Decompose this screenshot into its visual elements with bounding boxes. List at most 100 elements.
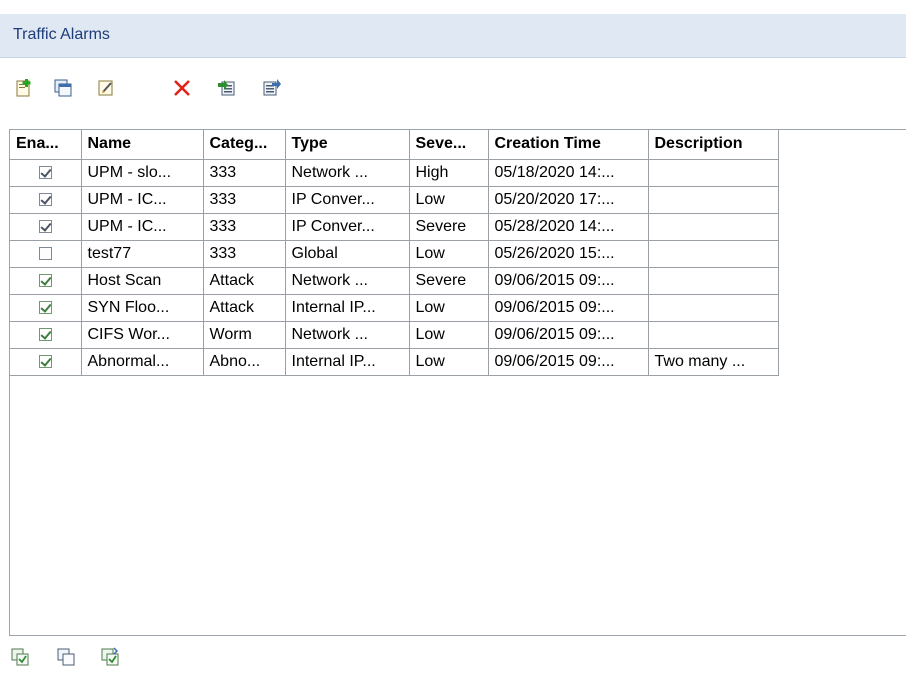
creation-time-cell: 05/28/2020 14:... — [487, 212, 649, 241]
severity-cell: Low — [408, 185, 489, 214]
table-row[interactable]: UPM - IC... 333 IP Conver... Severe 05/28/20… — [10, 212, 779, 241]
severity-cell: Low — [408, 320, 489, 349]
copy-window-icon — [54, 79, 72, 97]
deselect-icon — [57, 648, 75, 666]
table-header-row: Ena... Name Categ... Type Seve... Creati… — [10, 130, 779, 160]
edit-button[interactable] — [94, 76, 118, 100]
creation-time-cell: 09/06/2015 09:... — [487, 293, 649, 322]
table-row[interactable]: Host Scan Attack Network ... Severe 09/06/20… — [10, 266, 779, 295]
table-row[interactable]: Abnormal... Abno... Internal IP... Low 09/06… — [10, 347, 779, 376]
category-cell: 333 — [202, 185, 286, 214]
description-cell — [647, 293, 779, 322]
enabled-checkbox[interactable] — [38, 327, 52, 341]
column-header-type[interactable]: Type — [284, 130, 410, 160]
description-cell — [647, 158, 779, 187]
name-cell: test77 — [80, 239, 204, 268]
creation-time-cell: 09/06/2015 09:... — [487, 266, 649, 295]
delete-button[interactable] — [170, 76, 194, 100]
category-cell: 333 — [202, 212, 286, 241]
column-header-severity[interactable]: Seve... — [408, 130, 489, 160]
description-cell — [647, 266, 779, 295]
add-alarm-button[interactable] — [12, 76, 36, 100]
type-cell: Network ... — [284, 266, 410, 295]
delete-icon — [174, 80, 190, 96]
copy-button[interactable] — [51, 76, 75, 100]
column-header-category[interactable]: Categ... — [202, 130, 286, 160]
column-header-enabled[interactable]: Ena... — [10, 130, 82, 160]
panel-header: Traffic Alarms — [0, 14, 906, 58]
enabled-cell — [10, 239, 82, 268]
severity-cell: Severe — [408, 212, 489, 241]
table-row[interactable]: UPM - slo... 333 Network ... High 05/18/2020… — [10, 158, 779, 187]
name-cell: CIFS Wor... — [80, 320, 204, 349]
type-cell: Internal IP... — [284, 293, 410, 322]
edit-icon — [98, 80, 113, 96]
import-icon — [218, 80, 235, 96]
type-cell: Network ... — [284, 320, 410, 349]
creation-time-cell: 05/20/2020 17:... — [487, 185, 649, 214]
severity-cell: Low — [408, 293, 489, 322]
enabled-cell — [10, 212, 82, 241]
creation-time-cell: 05/18/2020 14:... — [487, 158, 649, 187]
enabled-checkbox[interactable] — [38, 300, 52, 314]
invert-selection-button[interactable] — [98, 645, 122, 669]
type-cell: Internal IP... — [284, 347, 410, 376]
description-cell — [647, 212, 779, 241]
panel-title: Traffic Alarms — [13, 26, 110, 43]
enabled-checkbox[interactable] — [38, 354, 52, 368]
name-cell: Host Scan — [80, 266, 204, 295]
category-cell: Attack — [202, 293, 286, 322]
export-button[interactable] — [259, 76, 283, 100]
category-cell: Attack — [202, 266, 286, 295]
enabled-checkbox[interactable] — [38, 246, 52, 260]
category-cell: Abno... — [202, 347, 286, 376]
creation-time-cell: 09/06/2015 09:... — [487, 320, 649, 349]
alarms-table-container: Ena... Name Categ... Type Seve... Creati… — [9, 129, 906, 636]
category-cell: 333 — [202, 239, 286, 268]
enabled-checkbox[interactable] — [38, 219, 52, 233]
severity-cell: High — [408, 158, 489, 187]
description-cell — [647, 185, 779, 214]
select-all-button[interactable] — [8, 645, 32, 669]
column-header-description[interactable]: Description — [647, 130, 779, 160]
enabled-cell — [10, 293, 82, 322]
table-row[interactable]: UPM - IC... 333 IP Conver... Low 05/20/2020 … — [10, 185, 779, 214]
column-header-creation-time[interactable]: Creation Time — [487, 130, 649, 160]
description-cell — [647, 239, 779, 268]
name-cell: UPM - slo... — [80, 158, 204, 187]
select-all-icon — [11, 648, 29, 666]
name-cell: SYN Floo... — [80, 293, 204, 322]
severity-cell: Low — [408, 347, 489, 376]
import-button[interactable] — [215, 76, 239, 100]
type-cell: Network ... — [284, 158, 410, 187]
enabled-cell — [10, 347, 82, 376]
name-cell: UPM - IC... — [80, 185, 204, 214]
invert-selection-icon — [101, 647, 119, 666]
table-row[interactable]: SYN Floo... Attack Internal IP... Low 09/06/… — [10, 293, 779, 322]
creation-time-cell: 09/06/2015 09:... — [487, 347, 649, 376]
name-cell: UPM - IC... — [80, 212, 204, 241]
enabled-cell — [10, 185, 82, 214]
enabled-checkbox[interactable] — [38, 165, 52, 179]
severity-cell: Low — [408, 239, 489, 268]
alarms-table: Ena... Name Categ... Type Seve... Creati… — [10, 130, 779, 376]
category-cell: Worm — [202, 320, 286, 349]
creation-time-cell: 05/26/2020 15:... — [487, 239, 649, 268]
export-icon — [263, 79, 281, 96]
enabled-cell — [10, 158, 82, 187]
enabled-checkbox[interactable] — [38, 273, 52, 287]
category-cell: 333 — [202, 158, 286, 187]
add-alarm-icon — [16, 79, 31, 97]
severity-cell: Severe — [408, 266, 489, 295]
type-cell: IP Conver... — [284, 212, 410, 241]
name-cell: Abnormal... — [80, 347, 204, 376]
table-row[interactable]: test77 333 Global Low 05/26/2020 15:... — [10, 239, 779, 268]
enabled-cell — [10, 320, 82, 349]
type-cell: Global — [284, 239, 410, 268]
deselect-all-button[interactable] — [54, 645, 78, 669]
column-header-name[interactable]: Name — [80, 130, 204, 160]
type-cell: IP Conver... — [284, 185, 410, 214]
enabled-checkbox[interactable] — [38, 192, 52, 206]
table-row[interactable]: CIFS Wor... Worm Network ... Low 09/06/2015 … — [10, 320, 779, 349]
description-cell: Two many ... — [647, 347, 779, 376]
